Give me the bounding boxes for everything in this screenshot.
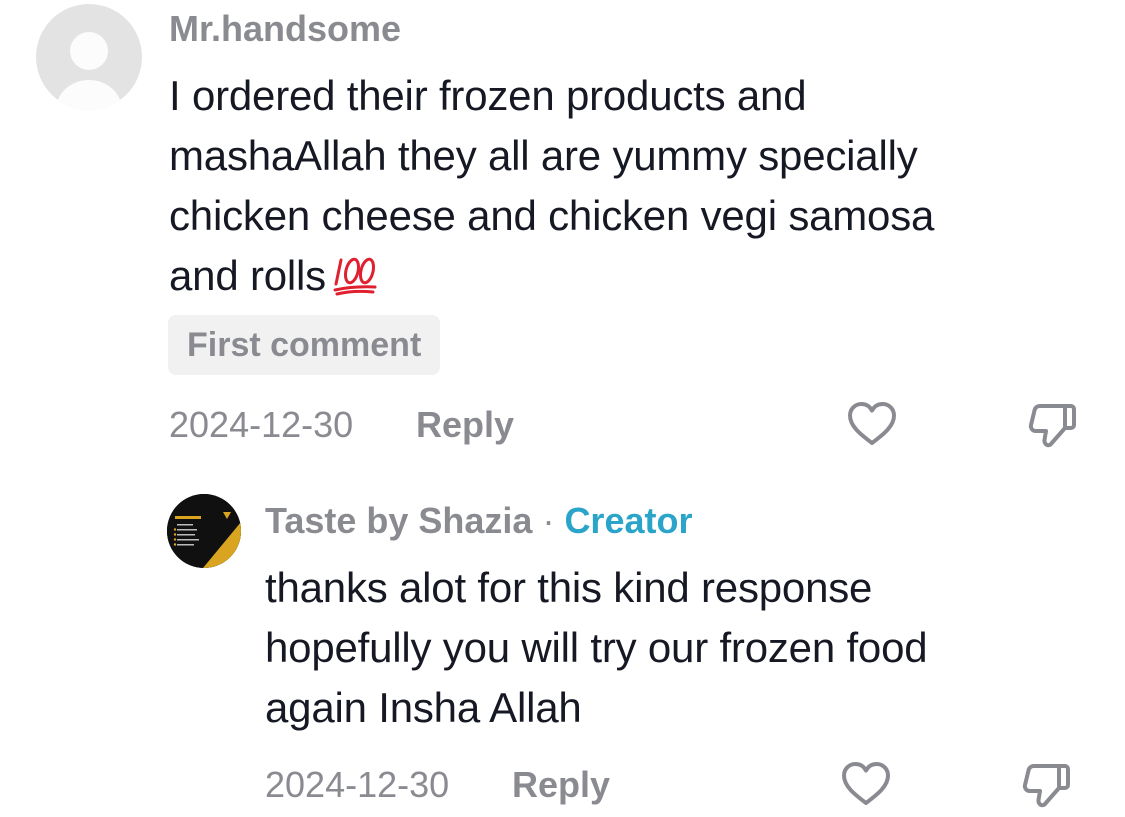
comment-text: I ordered their frozen products and mash… [169,66,1069,306]
username-separator: · [532,500,565,541]
reply-username-line: Taste by Shazia · Creator [265,500,692,542]
comment-date: 2024-12-30 [169,404,354,445]
hundred-points-emoji [332,252,378,296]
creator-avatar[interactable] [167,494,241,568]
thumbs-down-icon[interactable] [1024,396,1080,452]
reply-button[interactable]: Reply [416,404,514,446]
heart-icon[interactable] [844,396,900,452]
comment-body: I ordered their frozen products and mash… [169,72,935,299]
creator-avatar-graphic [167,494,241,568]
reply-button[interactable]: Reply [512,764,610,806]
user-avatar[interactable] [36,4,142,110]
reply-text: thanks alot for this kind response hopef… [265,564,928,731]
reply-username[interactable]: Taste by Shazia [265,500,532,541]
reply-date: 2024-12-30 [265,764,450,805]
comment-item: Mr.handsome I ordered their frozen produ… [0,0,1125,470]
reply-item: Taste by Shazia · Creator thanks alot fo… [0,480,1125,808]
avatar-head-shape [70,32,108,70]
creator-label: Creator [564,500,693,541]
first-comment-badge: First comment [168,315,441,375]
comment-username[interactable]: Mr.handsome [169,8,401,50]
avatar-body-shape [56,80,122,110]
